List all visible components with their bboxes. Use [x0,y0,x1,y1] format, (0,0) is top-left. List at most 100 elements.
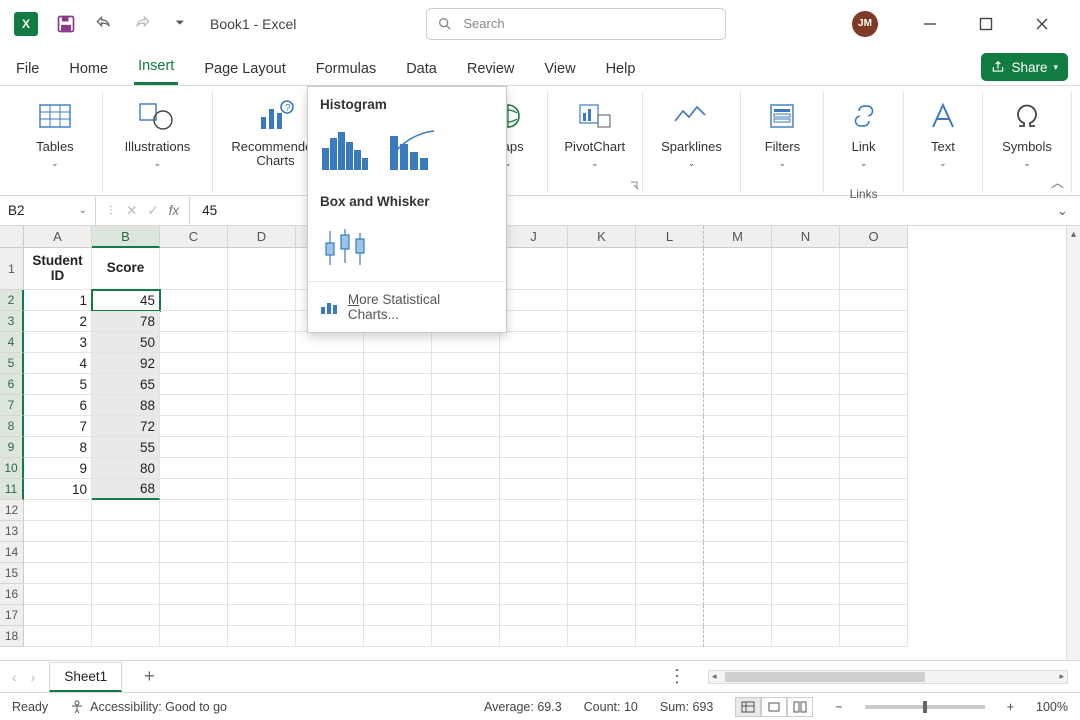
cell[interactable] [500,521,568,542]
cell[interactable]: 7 [24,416,92,437]
cell[interactable] [160,290,228,311]
cell[interactable]: 45 [92,290,160,311]
cell[interactable] [500,584,568,605]
cell[interactable] [92,626,160,647]
cell[interactable]: 65 [92,374,160,395]
cell[interactable] [24,605,92,626]
row-header-6[interactable]: 6 [0,374,24,395]
cell[interactable] [92,605,160,626]
tab-insert[interactable]: Insert [134,50,178,85]
cell[interactable] [704,605,772,626]
share-button[interactable]: Share▾ [981,53,1068,81]
cell[interactable] [500,500,568,521]
cell[interactable]: 10 [24,479,92,500]
cell[interactable]: Score [92,248,160,290]
cell[interactable] [364,626,432,647]
row-header-14[interactable]: 14 [0,542,24,563]
cell[interactable] [568,395,636,416]
link-button[interactable]: Link⌄ [836,96,892,169]
cell[interactable] [228,416,296,437]
cell[interactable] [500,437,568,458]
cell[interactable] [432,584,500,605]
cell[interactable] [704,500,772,521]
cell[interactable] [772,521,840,542]
cell[interactable] [296,521,364,542]
vertical-scrollbar[interactable]: ▴ [1066,226,1080,660]
row-header-10[interactable]: 10 [0,458,24,479]
row-header-11[interactable]: 11 [0,479,24,500]
cell[interactable] [160,626,228,647]
text-button[interactable]: Text⌄ [915,96,971,169]
cell[interactable] [568,521,636,542]
cell[interactable] [840,605,908,626]
cell[interactable] [364,395,432,416]
cell[interactable] [432,542,500,563]
cell[interactable] [636,416,704,437]
cell[interactable]: 2 [24,311,92,332]
cell[interactable] [364,353,432,374]
cell[interactable] [364,605,432,626]
cell[interactable] [160,311,228,332]
row-header-17[interactable]: 17 [0,605,24,626]
close-button[interactable] [1026,8,1058,40]
maximize-button[interactable] [970,8,1002,40]
tab-review[interactable]: Review [463,53,519,85]
cell[interactable] [772,353,840,374]
cell[interactable] [92,542,160,563]
cell[interactable] [160,479,228,500]
cell[interactable] [296,353,364,374]
cell[interactable] [500,563,568,584]
collapse-ribbon-button[interactable]: ︿ [1051,172,1064,191]
cell[interactable] [432,458,500,479]
cell[interactable] [636,311,704,332]
cell[interactable] [704,458,772,479]
cell[interactable] [296,374,364,395]
cell[interactable] [500,542,568,563]
cell[interactable] [568,437,636,458]
cell[interactable] [636,479,704,500]
cell[interactable] [636,584,704,605]
formula-value[interactable]: 45 [190,203,229,218]
cell[interactable] [500,332,568,353]
cell[interactable]: 9 [24,458,92,479]
column-header-J[interactable]: J [500,226,568,248]
cell[interactable] [228,479,296,500]
sheet-tab-sheet1[interactable]: Sheet1 [49,662,122,692]
box-whisker-chart-option[interactable] [318,221,372,269]
cell[interactable] [364,563,432,584]
cell[interactable] [160,416,228,437]
cell[interactable] [704,437,772,458]
cell[interactable] [568,290,636,311]
cell[interactable] [92,500,160,521]
cell[interactable]: Student ID [24,248,92,290]
cell[interactable] [432,500,500,521]
cell[interactable]: 5 [24,374,92,395]
cell[interactable] [296,479,364,500]
column-header-M[interactable]: M [704,226,772,248]
cell[interactable]: 8 [24,437,92,458]
cell[interactable] [772,605,840,626]
cell[interactable] [432,353,500,374]
cell[interactable] [296,458,364,479]
cell[interactable] [160,584,228,605]
save-button[interactable] [54,12,78,36]
column-header-C[interactable]: C [160,226,228,248]
cell[interactable] [228,311,296,332]
cell[interactable] [364,500,432,521]
cell[interactable] [364,374,432,395]
column-header-L[interactable]: L [636,226,704,248]
expand-formula-bar-button[interactable]: ⌄ [1057,203,1080,219]
cell[interactable] [500,395,568,416]
cell[interactable] [228,437,296,458]
scroll-left-icon[interactable]: ◂ [712,671,717,682]
cell[interactable] [840,542,908,563]
cell[interactable] [704,353,772,374]
cell[interactable] [568,500,636,521]
cell[interactable] [296,584,364,605]
redo-button[interactable] [130,12,154,36]
cell[interactable] [500,416,568,437]
cell[interactable] [364,458,432,479]
cell[interactable]: 92 [92,353,160,374]
cell[interactable]: 80 [92,458,160,479]
add-sheet-button[interactable]: + [136,666,163,687]
